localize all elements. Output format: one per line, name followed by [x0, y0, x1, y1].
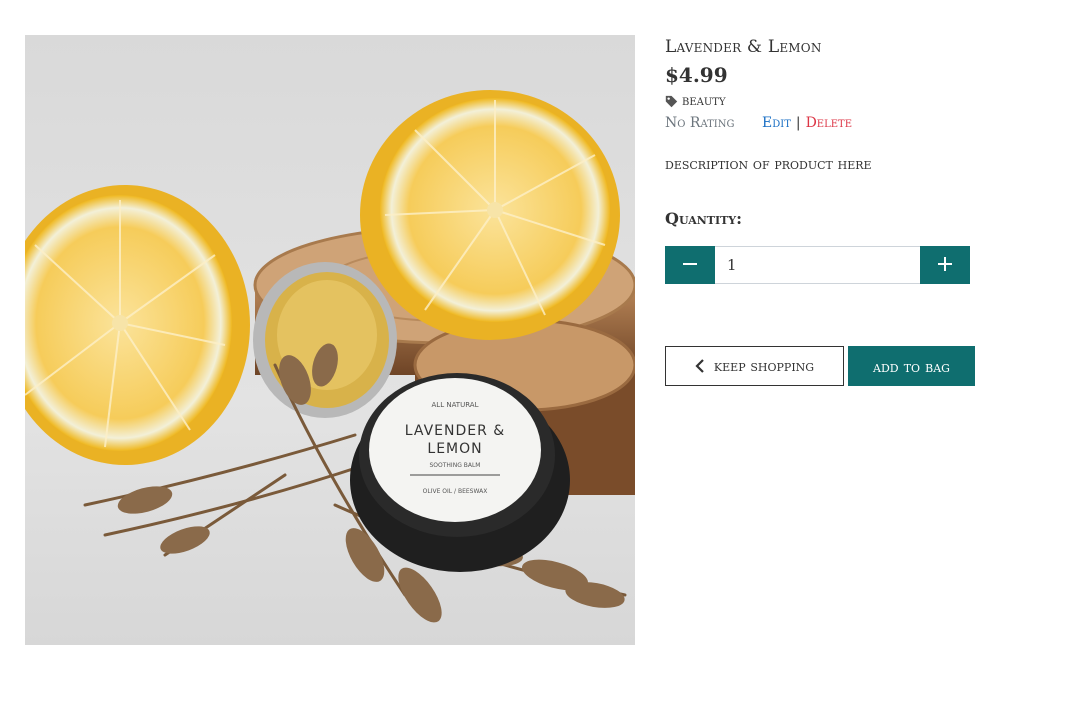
edit-link[interactable]: Edit: [762, 114, 791, 132]
jar-label-line2: LEMON: [427, 441, 482, 457]
product-detail-page: ALL NATURAL LAVENDER & LEMON SOOTHING BA…: [0, 0, 1067, 705]
jar-label-top: ALL NATURAL: [432, 401, 479, 409]
product-category: beauty: [665, 93, 1045, 109]
link-separator: |: [795, 115, 801, 131]
product-photo: ALL NATURAL LAVENDER & LEMON SOOTHING BA…: [25, 35, 635, 645]
jar-label-bottom: OLIVE OIL / BEESWAX: [423, 488, 488, 495]
product-details: Lavender & Lemon $4.99 beauty No Rating …: [665, 35, 1045, 386]
category-link[interactable]: beauty: [682, 93, 726, 109]
jar-label-sub: SOOTHING BALM: [430, 462, 481, 469]
product-actions: keep shopping add to bag: [665, 346, 1045, 386]
quantity-label: Quantity:: [665, 209, 743, 228]
product-description: description of product here: [665, 155, 872, 173]
quantity-stepper: [665, 246, 970, 284]
minus-icon: [683, 257, 697, 274]
keep-shopping-button[interactable]: keep shopping: [665, 346, 844, 386]
product-name: Lavender & Lemon: [665, 37, 822, 57]
product-image: ALL NATURAL LAVENDER & LEMON SOOTHING BA…: [25, 35, 635, 645]
keep-shopping-label: keep shopping: [713, 357, 815, 375]
increment-button[interactable]: [920, 246, 970, 284]
rating-text: No Rating: [665, 115, 735, 131]
chevron-left-icon: [695, 359, 705, 373]
tag-icon: [665, 95, 678, 108]
quantity-input[interactable]: [715, 246, 920, 284]
product-meta: No Rating Edit | Delete: [665, 114, 1045, 132]
add-to-bag-button[interactable]: add to bag: [848, 346, 975, 386]
jar-label-line1: LAVENDER &: [405, 423, 505, 439]
delete-link[interactable]: Delete: [806, 114, 852, 132]
product-price: $4.99: [665, 63, 728, 87]
plus-icon: [938, 256, 952, 274]
decrement-button[interactable]: [665, 246, 715, 284]
